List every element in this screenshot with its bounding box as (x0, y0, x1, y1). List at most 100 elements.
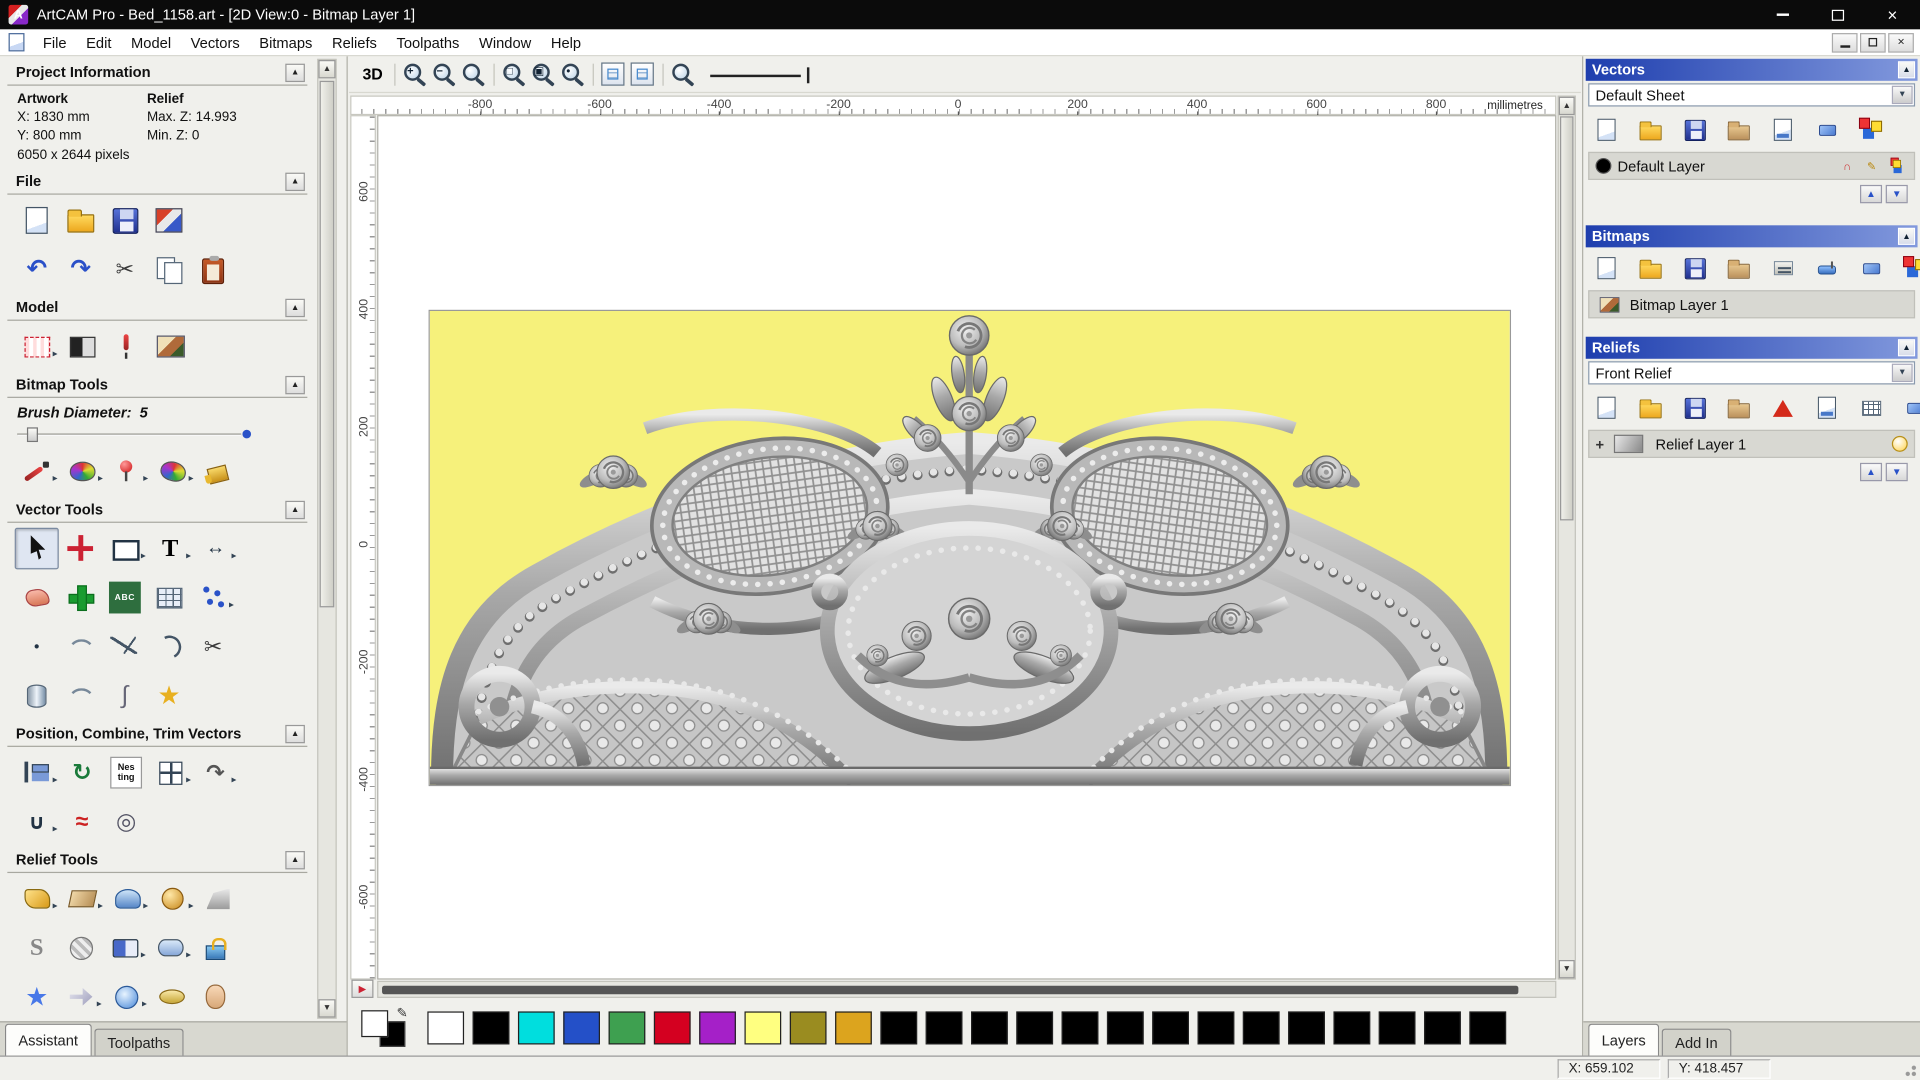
palette-colour-11[interactable] (925, 1010, 963, 1044)
move-layer-down-button[interactable]: ▼ (1885, 184, 1908, 204)
toggle-snap-grid-button[interactable] (598, 59, 627, 88)
trim-vectors-icon[interactable]: ✂ (191, 626, 235, 668)
delete-relief-layer-icon[interactable] (1897, 392, 1920, 424)
menu-toolpaths[interactable]: Toolpaths (387, 30, 469, 54)
palette-colour-4[interactable] (608, 1010, 646, 1044)
flood-fill-icon[interactable] (151, 451, 195, 493)
load-reference-image-icon[interactable] (148, 326, 192, 368)
zoom-out-button[interactable]: − (429, 59, 458, 88)
bitmap-layer-row[interactable]: Bitmap Layer 1 (1588, 290, 1916, 319)
create-spiral-icon[interactable]: ◎ (104, 801, 148, 843)
join-vectors-icon[interactable]: ∪ (15, 801, 59, 843)
panel-scrollbar[interactable]: ▲ ▼ (317, 58, 337, 1019)
weld-vectors-icon[interactable]: ≈ (60, 801, 104, 843)
palette-colour-22[interactable] (1424, 1010, 1461, 1044)
zoom-selected-button[interactable]: • (558, 59, 587, 88)
primary-colour-swatch[interactable]: ✎ (361, 1007, 408, 1047)
cut-icon[interactable]: ✂ (103, 249, 147, 291)
open-model-icon[interactable] (59, 200, 103, 242)
menu-help[interactable]: Help (541, 30, 591, 54)
palette-colour-19[interactable] (1288, 1010, 1325, 1044)
layer-colour-swatch[interactable] (1595, 157, 1612, 174)
menu-vectors[interactable]: Vectors (181, 30, 250, 54)
scroll-thumb[interactable] (1559, 116, 1574, 521)
collapse-section-button[interactable]: ▲ (1897, 227, 1916, 245)
create-curve-icon[interactable] (59, 626, 103, 668)
mdi-close-button[interactable]: × (1888, 32, 1914, 53)
palette-colour-13[interactable] (1016, 1010, 1054, 1044)
two-rail-sweep-icon[interactable]: ★ (15, 976, 59, 1018)
import-export-model-icon[interactable] (147, 200, 191, 242)
open-bitmap-layer-icon[interactable] (1632, 252, 1669, 284)
brush-diameter-slider[interactable] (17, 425, 297, 445)
offset-vectors-icon[interactable] (15, 577, 59, 619)
palette-colour-2[interactable] (517, 1010, 555, 1044)
scroll-up-button[interactable]: ▲ (318, 59, 336, 79)
collapse-section-button[interactable]: ▲ (285, 851, 305, 870)
collapse-section-button[interactable]: ▲ (1897, 339, 1916, 357)
spin-relief-icon[interactable] (104, 976, 148, 1018)
angled-plane-icon[interactable] (60, 878, 104, 920)
merge-layer-icon[interactable] (1884, 155, 1907, 177)
palette-colour-18[interactable] (1242, 1010, 1280, 1044)
adjust-bitmap-icon[interactable] (1764, 252, 1801, 284)
nesting-icon[interactable]: Nes ting (104, 752, 148, 794)
new-vector-layer-icon[interactable] (1588, 114, 1625, 146)
create-flourish-icon[interactable]: ∫ (103, 675, 147, 717)
adjust-model-icon[interactable] (104, 326, 148, 368)
zoom-drag-button[interactable] (459, 59, 488, 88)
mdi-minimize-button[interactable] (1831, 32, 1858, 53)
merge-vector-layers-icon[interactable] (1853, 114, 1890, 146)
tab-layers[interactable]: Layers (1588, 1023, 1660, 1056)
extrude-relief-icon[interactable] (59, 976, 103, 1018)
paint-icon[interactable] (15, 451, 59, 493)
create-rectangle-icon[interactable] (103, 528, 147, 570)
zoom-window-button[interactable]: □ (499, 59, 528, 88)
slider-handle[interactable] (26, 427, 38, 443)
chevron-down-icon[interactable]: ▼ (1891, 363, 1913, 383)
new-model-icon[interactable] (15, 200, 59, 242)
export-relief-icon[interactable] (1809, 392, 1846, 424)
menu-model[interactable]: Model (121, 30, 181, 54)
offset-relief-icon[interactable] (103, 927, 147, 969)
toggle-guides-button[interactable] (628, 59, 657, 88)
import-bitmap-icon[interactable] (1720, 252, 1757, 284)
palette-colour-23[interactable] (1469, 1010, 1507, 1044)
page-flip-button[interactable]: ▶ (351, 979, 374, 998)
relief-wizard-icon[interactable] (1764, 392, 1801, 424)
2d-view-canvas[interactable] (377, 115, 1557, 980)
open-vector-layer-icon[interactable] (1632, 114, 1669, 146)
close-button[interactable]: × (1865, 0, 1920, 29)
turn-relief-icon[interactable] (149, 976, 193, 1018)
merge-bitmap-layers-icon[interactable] (1897, 252, 1920, 284)
create-text-icon[interactable]: T (148, 528, 192, 570)
new-relief-layer-icon[interactable] (1588, 392, 1625, 424)
relief-select[interactable]: Front Relief ▼ (1588, 361, 1916, 385)
palette-colour-14[interactable] (1061, 1010, 1099, 1044)
smooth-tool-icon[interactable]: S (15, 927, 59, 969)
scroll-thumb[interactable] (382, 985, 1519, 995)
add-icon[interactable]: + (1596, 435, 1608, 452)
palette-colour-12[interactable] (971, 1010, 1008, 1044)
palette-colour-8[interactable] (789, 1010, 827, 1044)
palette-colour-21[interactable] (1378, 1010, 1416, 1044)
palette-colour-6[interactable] (699, 1010, 736, 1044)
snap-points-icon[interactable] (191, 577, 235, 619)
tab-assistant[interactable]: Assistant (4, 1023, 92, 1056)
wrap-vectors-icon[interactable] (59, 675, 103, 717)
slider-max-marker[interactable] (242, 429, 252, 439)
draw-icon[interactable] (105, 451, 149, 493)
view-3d-button[interactable]: 3D (356, 61, 389, 87)
collapse-section-button[interactable]: ▲ (1897, 61, 1916, 79)
paste-in-grid-icon[interactable] (147, 577, 191, 619)
texture-relief-icon[interactable] (59, 927, 103, 969)
sculpt-relief-icon[interactable] (151, 878, 195, 920)
palette-colour-16[interactable] (1152, 1010, 1189, 1044)
mdi-restore-button[interactable] (1859, 32, 1886, 53)
select-vectors-icon[interactable] (14, 527, 59, 570)
create-dot-icon[interactable]: • (15, 626, 59, 668)
align-vectors-icon[interactable] (15, 752, 59, 794)
undo-icon[interactable]: ↶ (15, 249, 59, 291)
line-width-selector[interactable] (709, 63, 815, 85)
menu-file[interactable]: File (33, 30, 76, 54)
